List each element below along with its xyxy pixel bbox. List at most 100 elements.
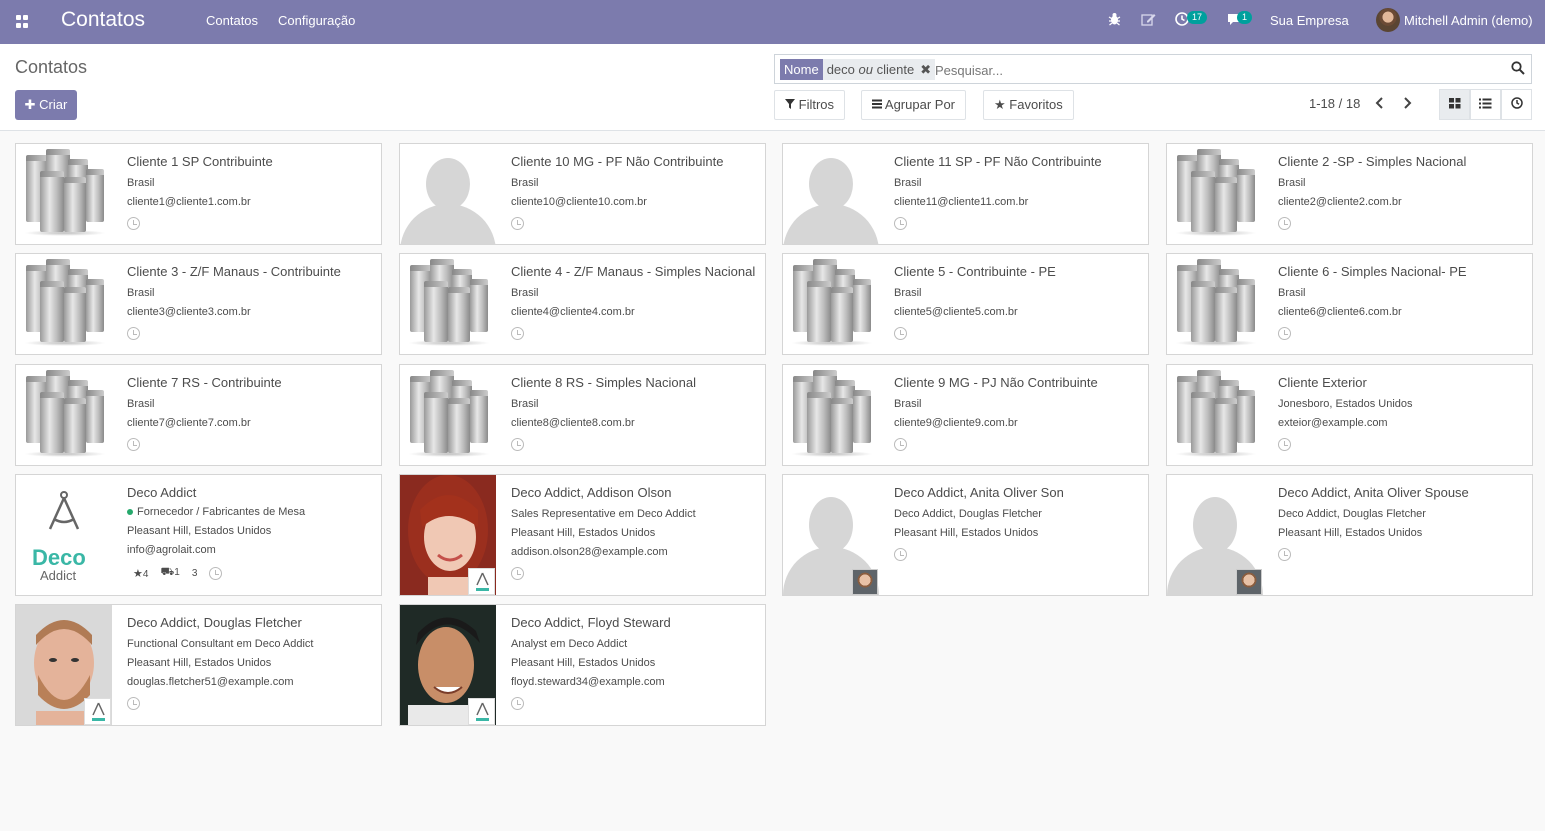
favorites-button[interactable]: ★ Favoritos (983, 90, 1074, 120)
user-menu[interactable]: Mitchell Admin (demo) (1404, 13, 1533, 28)
kanban-card[interactable]: Cliente 2 -SP - Simples Nacional Brasil … (1166, 143, 1533, 245)
building-icon (16, 365, 112, 465)
meetings-stat[interactable]: 3 (192, 568, 198, 579)
kanban-card[interactable]: Cliente 6 - Simples Nacional- PE Brasil … (1166, 253, 1533, 355)
menu-configuracao[interactable]: Configuração (278, 13, 355, 28)
kanban-card[interactable]: Deco Addict, Floyd Steward Analyst em De… (399, 604, 766, 726)
activity-clock-icon[interactable] (209, 566, 223, 580)
company-mini-logo (84, 698, 111, 725)
activity-clock-icon[interactable] (127, 697, 140, 710)
card-address: Pleasant Hill, Estados Unidos (511, 657, 656, 669)
card-country: Brasil (127, 177, 155, 189)
facet-value-or: ou (858, 62, 873, 77)
card-email: cliente7@cliente7.com.br (127, 417, 251, 429)
favorites-label: Favoritos (1009, 97, 1063, 112)
search-icon[interactable] (1511, 61, 1527, 77)
kanban-card[interactable]: Deco Addict, Addison Olson Sales Represe… (399, 474, 766, 596)
kanban-card[interactable]: Cliente 11 SP - PF Não Contribuinte Bras… (782, 143, 1149, 245)
pager-next-icon[interactable] (1402, 96, 1412, 112)
building-icon (16, 254, 112, 354)
search-facet: Nome deco ou cliente ✖ (780, 59, 936, 80)
menu-contatos[interactable]: Contatos (206, 13, 258, 28)
group-by-button[interactable]: Agrupar Por (861, 90, 966, 120)
activity-clock-icon[interactable] (511, 217, 524, 230)
activity-clock-icon[interactable] (894, 548, 907, 561)
kanban-card[interactable]: Deco Addict, Douglas Fletcher Functional… (15, 604, 382, 726)
activity-clock-icon[interactable] (511, 567, 524, 580)
facet-remove-icon[interactable]: ✖ (918, 59, 936, 80)
search-box: Nome deco ou cliente ✖ (774, 54, 1532, 84)
deliveries-stat[interactable]: ⛟1 (160, 566, 179, 580)
contact-photo (400, 475, 496, 595)
card-job: Functional Consultant em Deco Addict (127, 638, 314, 650)
card-country: Brasil (1278, 177, 1306, 189)
card-email: info@agrolait.com (127, 544, 216, 556)
card-country: Brasil (894, 287, 922, 299)
app-brand[interactable]: Contatos (61, 8, 145, 32)
card-title: Deco Addict (127, 485, 197, 500)
kanban-card[interactable]: Cliente 9 MG - PJ Não Contribuinte Brasi… (782, 364, 1149, 466)
card-address: Pleasant Hill, Estados Unidos (127, 525, 272, 537)
opportunities-stat[interactable]: ★4 (133, 567, 148, 580)
facet-value-a: deco (826, 62, 855, 77)
star-count: 4 (142, 568, 149, 580)
contact-photo (400, 605, 496, 725)
edit-note-icon[interactable] (1141, 12, 1156, 29)
create-button[interactable]: ✚ Criar (15, 90, 77, 120)
card-email: addison.olson28@example.com (511, 546, 668, 558)
activity-clock-icon[interactable] (127, 217, 140, 230)
card-address: Pleasant Hill, Estados Unidos (127, 657, 272, 669)
activity-clock-icon[interactable] (894, 438, 907, 451)
kanban-card[interactable]: Deco Addict Deco Addict Fornecedor / Fab… (15, 474, 382, 596)
kanban-card[interactable]: Deco Addict, Anita Oliver Son Deco Addic… (782, 474, 1149, 596)
filters-button[interactable]: Filtros (774, 90, 846, 120)
card-title: Cliente 11 SP - PF Não Contribuinte (894, 154, 1102, 169)
logo-word-2: Addict (40, 568, 77, 583)
kanban-card[interactable]: Cliente 1 SP Contribuinte Brasil cliente… (15, 143, 382, 245)
kanban-card[interactable]: Deco Addict, Anita Oliver Spouse Deco Ad… (1166, 474, 1533, 596)
card-email: cliente2@cliente2.com.br (1278, 196, 1402, 208)
person-placeholder-icon (400, 144, 496, 244)
card-address: Jonesboro, Estados Unidos (1278, 398, 1413, 410)
user-avatar[interactable] (1376, 8, 1400, 32)
search-input[interactable] (935, 60, 1495, 80)
kanban-card[interactable]: Cliente 8 RS - Simples Nacional Brasil c… (399, 364, 766, 466)
activity-clock-icon[interactable] (1278, 217, 1291, 230)
kanban-card[interactable]: Cliente 3 - Z/F Manaus - Contribuinte Br… (15, 253, 382, 355)
kanban-view-icon[interactable] (1439, 89, 1470, 120)
pager-previous-icon[interactable] (1375, 96, 1385, 112)
bars-icon (872, 97, 885, 112)
debug-bug-icon[interactable] (1108, 12, 1121, 29)
activity-view-icon[interactable] (1501, 89, 1532, 120)
list-view-icon[interactable] (1470, 89, 1501, 120)
activity-clock-icon[interactable] (511, 327, 524, 340)
company-mini-logo (468, 568, 495, 595)
kanban-card[interactable]: Cliente 7 RS - Contribuinte Brasil clien… (15, 364, 382, 466)
card-title: Cliente 6 - Simples Nacional- PE (1278, 264, 1467, 279)
card-email: cliente3@cliente3.com.br (127, 306, 251, 318)
activity-clock-icon[interactable] (894, 217, 907, 230)
card-email: cliente11@cliente11.com.br (894, 196, 1029, 208)
kanban-card[interactable]: Cliente 10 MG - PF Não Contribuinte Bras… (399, 143, 766, 245)
card-title: Cliente 5 - Contribuinte - PE (894, 264, 1056, 279)
truck-count: 1 (174, 567, 180, 578)
company-switcher[interactable]: Sua Empresa (1270, 13, 1349, 28)
kanban-card[interactable]: Cliente 4 - Z/F Manaus - Simples Naciona… (399, 253, 766, 355)
activity-clock-icon[interactable] (1278, 438, 1291, 451)
kanban-card[interactable]: Cliente Exterior Jonesboro, Estados Unid… (1166, 364, 1533, 466)
activity-clock-icon[interactable] (511, 438, 524, 451)
activity-clock-icon[interactable] (1278, 548, 1291, 561)
card-country: Brasil (511, 398, 539, 410)
card-country: Brasil (127, 398, 155, 410)
card-title: Cliente 1 SP Contribuinte (127, 154, 273, 169)
activity-clock-icon[interactable] (127, 327, 140, 340)
kanban-card[interactable]: Cliente 5 - Contribuinte - PE Brasil cli… (782, 253, 1149, 355)
activity-clock-icon[interactable] (1278, 327, 1291, 340)
apps-menu-icon[interactable] (12, 12, 32, 32)
activity-clock-icon[interactable] (127, 438, 140, 451)
building-icon (16, 144, 112, 244)
breadcrumb: Contatos (15, 57, 88, 77)
activity-clock-icon[interactable] (511, 697, 524, 710)
pager-value[interactable]: 1-18 / 18 (1309, 96, 1360, 111)
activity-clock-icon[interactable] (894, 327, 907, 340)
